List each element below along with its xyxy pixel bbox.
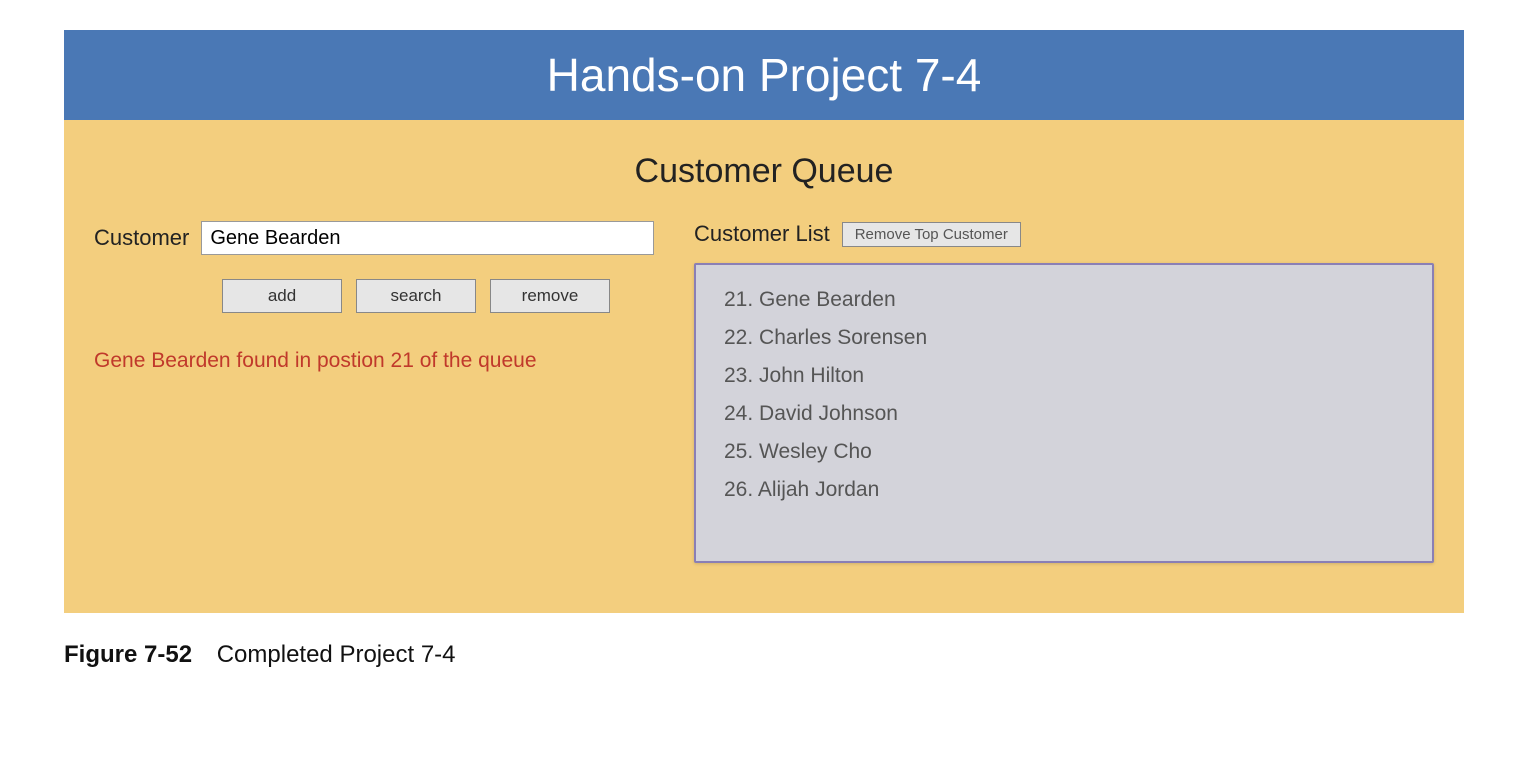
list-item: 23. John Hilton: [724, 357, 1404, 395]
list-item: 25. Wesley Cho: [724, 433, 1404, 471]
search-button[interactable]: search: [356, 279, 476, 313]
page-title-bar: Hands-on Project 7-4: [64, 30, 1464, 120]
list-item: 21. Gene Bearden: [724, 281, 1404, 319]
right-column: Customer List Remove Top Customer 21. Ge…: [694, 221, 1434, 563]
add-button[interactable]: add: [222, 279, 342, 313]
list-item: 22. Charles Sorensen: [724, 319, 1404, 357]
subtitle: Customer Queue: [94, 140, 1434, 221]
customer-list: 21. Gene Bearden22. Charles Sorensen23. …: [724, 281, 1404, 509]
customer-list-title: Customer List: [694, 221, 830, 247]
left-column: Customer add search remove Gene Bearden …: [94, 221, 654, 373]
figure-text: Completed Project 7-4: [217, 641, 456, 668]
list-item: 24. David Johnson: [724, 395, 1404, 433]
button-row: add search remove: [222, 279, 654, 313]
columns: Customer add search remove Gene Bearden …: [94, 221, 1434, 563]
remove-top-customer-button[interactable]: Remove Top Customer: [842, 222, 1021, 247]
list-header: Customer List Remove Top Customer: [694, 221, 1434, 247]
app-container: Hands-on Project 7-4 Customer Queue Cust…: [64, 30, 1464, 669]
page-title: Hands-on Project 7-4: [547, 49, 982, 101]
figure-label: Figure 7-52: [64, 641, 192, 668]
remove-button[interactable]: remove: [490, 279, 610, 313]
list-item: 26. Alijah Jordan: [724, 471, 1404, 509]
body-panel: Customer Queue Customer add search remov…: [64, 120, 1464, 613]
figure-caption: Figure 7-52 Completed Project 7-4: [64, 641, 1464, 669]
customer-list-box[interactable]: 21. Gene Bearden22. Charles Sorensen23. …: [694, 263, 1434, 563]
status-message: Gene Bearden found in postion 21 of the …: [94, 349, 654, 373]
customer-label: Customer: [94, 225, 189, 251]
customer-input[interactable]: [201, 221, 654, 255]
customer-form-row: Customer: [94, 221, 654, 255]
